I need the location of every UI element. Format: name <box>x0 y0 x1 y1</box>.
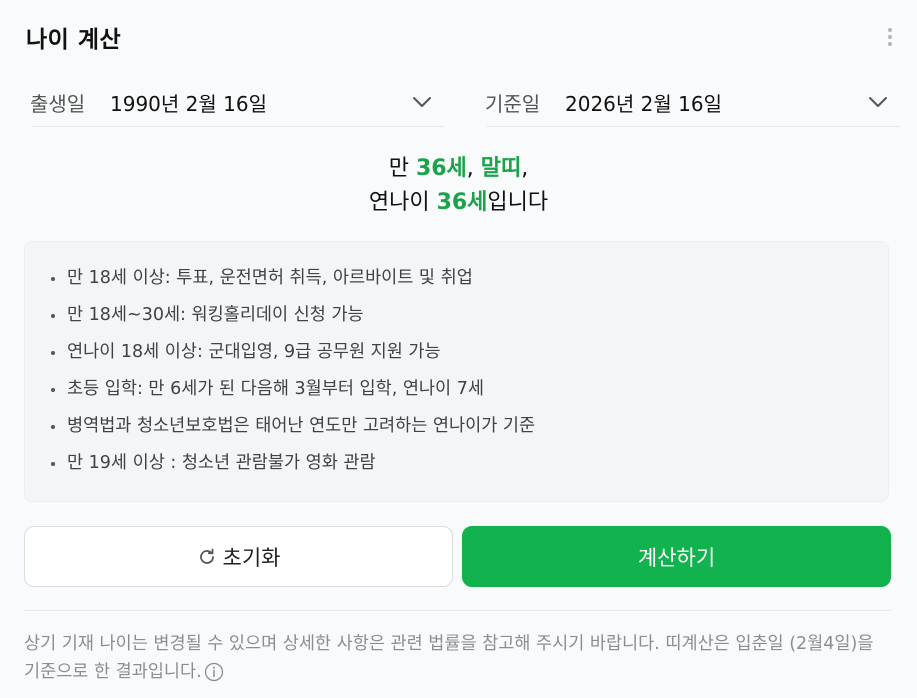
result-prefix: 연나이 <box>368 190 437 215</box>
kebab-dot <box>888 42 892 46</box>
base-date-select[interactable]: 기준일 2026년 2월 16일 <box>485 78 900 127</box>
base-date-value: 2026년 2월 16일 <box>565 91 722 116</box>
bullet-icon <box>51 425 55 429</box>
birth-date-select[interactable]: 출생일 1990년 2월 16일 <box>30 78 444 127</box>
zodiac-value: 말띠 <box>480 156 522 181</box>
chevron-down-icon <box>413 97 431 107</box>
yeon-age-value: 36세 <box>436 190 488 215</box>
info-item-text: 만 19세 이상 : 청소년 관람불가 영화 관람 <box>67 453 376 473</box>
list-item: 초등 입학: 만 6세가 된 다음해 3월부터 입학, 연나이 7세 <box>49 373 888 410</box>
bullet-icon <box>51 314 55 318</box>
calculate-button[interactable]: 계산하기 <box>462 526 891 587</box>
divider <box>24 610 891 611</box>
result-line-1: 만 36세, 말띠, <box>0 152 917 186</box>
chevron-down-icon <box>869 97 887 107</box>
bullet-icon <box>51 277 55 281</box>
refresh-icon <box>199 548 214 564</box>
info-item-text: 만 18세 이상: 투표, 운전면허 취득, 아르바이트 및 취업 <box>67 268 473 288</box>
info-item-text: 만 18세~30세: 워킹홀리데이 신청 가능 <box>67 305 364 325</box>
base-date-label: 기준일 <box>485 91 541 116</box>
list-item: 병역법과 청소년보호법은 태어난 연도만 고려하는 연나이가 기준 <box>49 410 888 447</box>
list-item: 만 19세 이상 : 청소년 관람불가 영화 관람 <box>49 447 888 484</box>
info-item-text: 병역법과 청소년보호법은 태어난 연도만 고려하는 연나이가 기준 <box>67 416 536 436</box>
result-line-2: 연나이 36세입니다 <box>0 186 917 220</box>
bullet-icon <box>51 351 55 355</box>
widget-title: 나이 계산 <box>26 27 122 53</box>
reset-button[interactable]: 초기화 <box>24 526 453 587</box>
birth-date-label: 출생일 <box>30 91 86 116</box>
result-prefix: 만 <box>388 156 416 181</box>
age-info-list: 만 18세 이상: 투표, 운전면허 취득, 아르바이트 및 취업 만 18세~… <box>25 242 888 484</box>
result-separator: , <box>521 156 529 181</box>
result-suffix: 입니다 <box>487 190 549 215</box>
bullet-icon <box>51 462 55 466</box>
age-calculator-widget: 나이 계산 출생일 1990년 2월 16일 기준일 2026년 2월 16일 … <box>0 0 917 698</box>
age-result: 만 36세, 말띠, 연나이 36세입니다 <box>0 152 917 220</box>
result-separator: , <box>466 156 481 181</box>
kebab-dot <box>888 35 892 39</box>
bullet-icon <box>51 388 55 392</box>
birth-date-value: 1990년 2월 16일 <box>110 91 267 116</box>
notice-text: 상기 기재 나이는 변경될 수 있으며 상세한 사항은 관련 법률을 참고해 주… <box>24 630 889 686</box>
reset-button-label: 초기화 <box>222 545 281 570</box>
kebab-dot <box>888 28 892 32</box>
info-item-text: 초등 입학: 만 6세가 된 다음해 3월부터 입학, 연나이 7세 <box>67 379 484 399</box>
list-item: 만 18세~30세: 워킹홀리데이 신청 가능 <box>49 299 888 336</box>
list-item: 만 18세 이상: 투표, 운전면허 취득, 아르바이트 및 취업 <box>49 262 888 299</box>
notice-body: 상기 기재 나이는 변경될 수 있으며 상세한 사항은 관련 법률을 참고해 주… <box>24 634 874 682</box>
kebab-menu-icon[interactable] <box>887 28 893 46</box>
man-age-value: 36세 <box>415 156 467 181</box>
info-item-text: 연나이 18세 이상: 군대입영, 9급 공무원 지원 가능 <box>67 342 441 362</box>
calculate-button-label: 계산하기 <box>637 545 716 570</box>
age-info-box: 만 18세 이상: 투표, 운전면허 취득, 아르바이트 및 취업 만 18세~… <box>24 241 889 502</box>
list-item: 연나이 18세 이상: 군대입영, 9급 공무원 지원 가능 <box>49 336 888 373</box>
info-circle-icon[interactable] <box>204 662 224 682</box>
